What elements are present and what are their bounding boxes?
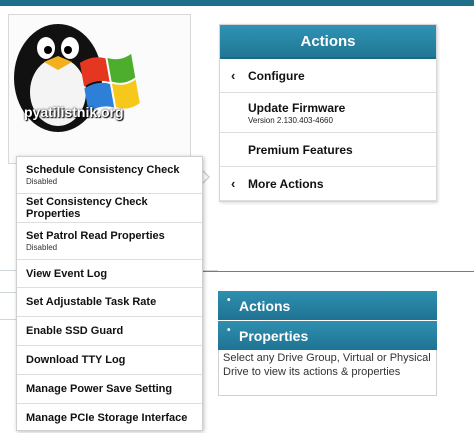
penguin-windows-logo-icon <box>14 24 140 132</box>
logo: pyatilistnik.org <box>0 0 150 145</box>
action-update-firmware[interactable]: Update Firmware Version 2.130.403-4660 <box>220 93 436 133</box>
menu-item-label: Set Adjustable Task Rate <box>26 296 157 308</box>
divider-line <box>200 271 474 272</box>
action-more-actions[interactable]: ‹ More Actions <box>220 167 436 201</box>
menu-item-manage-pcie-storage-interface[interactable]: Manage PCIe Storage Interface <box>17 404 202 432</box>
divider-line <box>0 319 16 320</box>
properties-body: Select any Drive Group, Virtual or Physi… <box>218 350 437 396</box>
menu-item-label: Enable SSD Guard <box>26 325 124 337</box>
firmware-version: Version 2.130.403-4660 <box>248 115 333 125</box>
menu-item-status: Disabled <box>26 177 58 186</box>
menu-item-set-consistency-check-properties[interactable]: Set Consistency Check Properties <box>17 194 202 223</box>
bullet-icon: • <box>227 295 231 306</box>
action-premium-features[interactable]: Premium Features <box>220 133 436 167</box>
properties-header[interactable]: • Properties <box>218 321 437 350</box>
lower-actions-title: Actions <box>239 297 291 314</box>
menu-item-set-adjustable-task-rate[interactable]: Set Adjustable Task Rate <box>17 288 202 317</box>
action-label: Update Firmware <box>248 100 346 115</box>
menu-item-view-event-log[interactable]: View Event Log <box>17 260 202 288</box>
properties-title: Properties <box>239 327 309 344</box>
menu-item-schedule-consistency-check[interactable]: Schedule Consistency Check Disabled <box>17 157 202 194</box>
lower-actions-header[interactable]: • Actions <box>218 291 437 320</box>
divider-line <box>0 292 16 293</box>
menu-item-label: Manage Power Save Setting <box>26 383 173 395</box>
menu-item-download-tty-log[interactable]: Download TTY Log <box>17 346 202 375</box>
menu-item-set-patrol-read-properties[interactable]: Set Patrol Read Properties Disabled <box>17 223 202 260</box>
menu-item-label: Download TTY Log <box>26 354 126 366</box>
menu-item-label: Schedule Consistency Check <box>26 164 180 176</box>
menu-item-label: Manage PCIe Storage Interface <box>26 412 188 424</box>
bullet-icon: • <box>227 325 231 336</box>
menu-item-enable-ssd-guard[interactable]: Enable SSD Guard <box>17 317 202 346</box>
menu-item-manage-power-save-setting[interactable]: Manage Power Save Setting <box>17 375 202 404</box>
chevron-left-icon: ‹ <box>231 67 236 83</box>
action-configure[interactable]: ‹ Configure <box>220 59 436 93</box>
menu-item-label: Set Consistency Check Properties <box>26 196 148 220</box>
chevron-left-icon: ‹ <box>231 175 236 191</box>
actions-panel: Actions ‹ Configure Update Firmware Vers… <box>219 24 437 202</box>
action-label: Premium Features <box>248 142 353 157</box>
action-label: Configure <box>248 68 305 83</box>
menu-item-status: Disabled <box>26 243 58 252</box>
logo-text: pyatilistnik.org <box>24 104 124 120</box>
more-actions-context-menu: Schedule Consistency Check Disabled Set … <box>16 156 203 431</box>
action-label: More Actions <box>248 176 324 191</box>
menu-item-label: View Event Log <box>26 267 108 280</box>
actions-panel-header: Actions <box>220 25 436 59</box>
menu-item-label: Set Patrol Read Properties <box>26 230 165 242</box>
